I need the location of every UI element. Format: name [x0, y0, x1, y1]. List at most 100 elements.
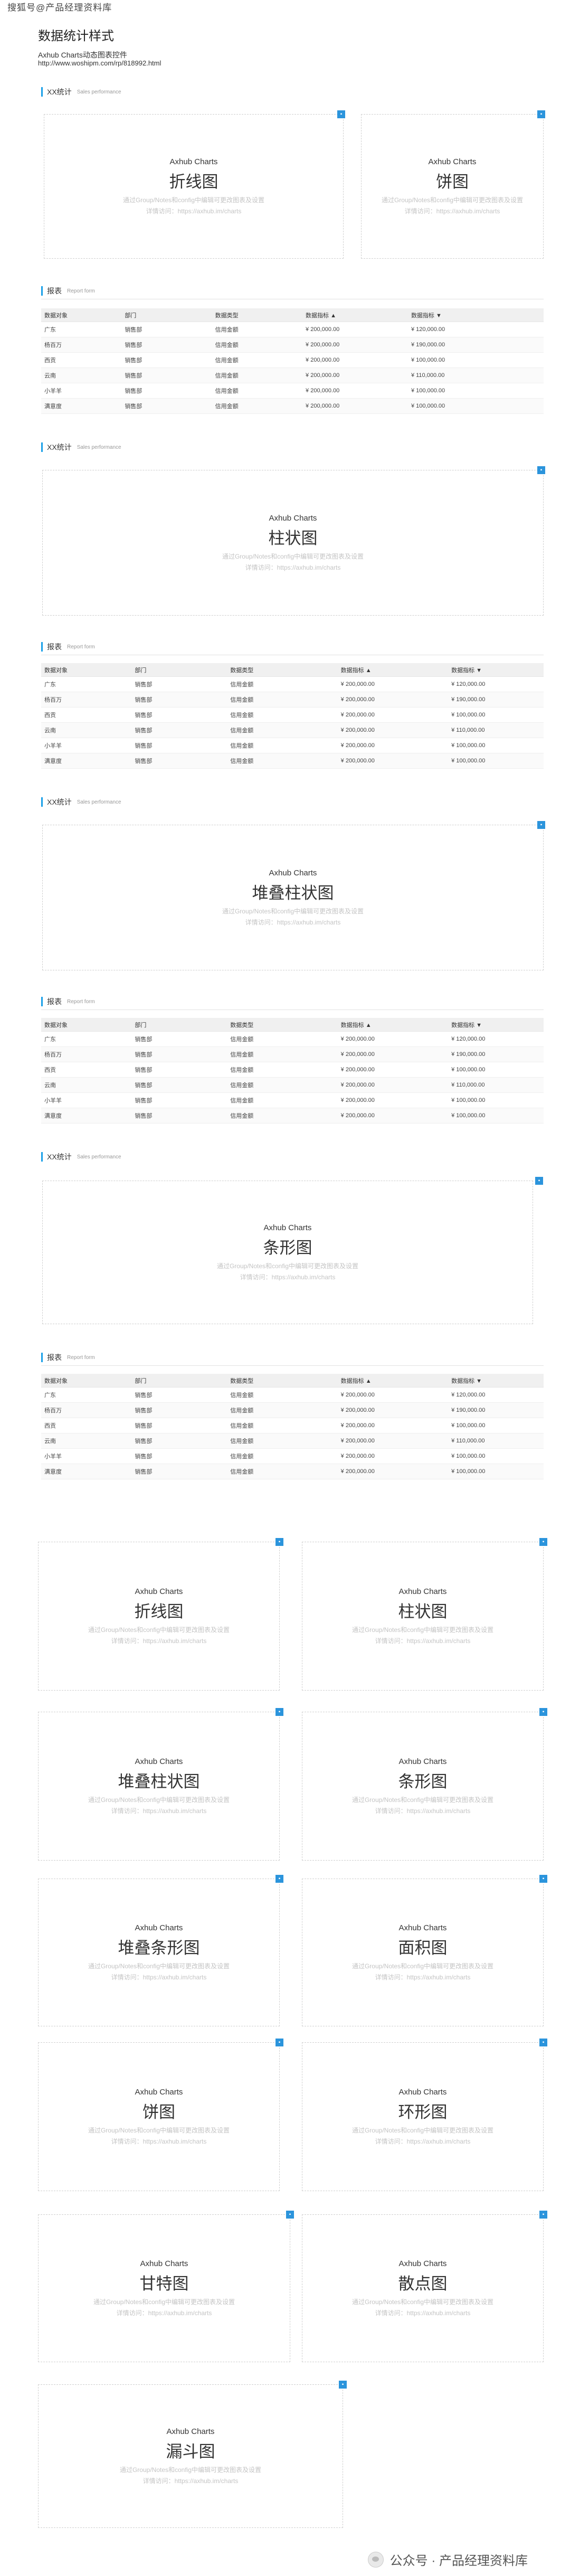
table-row: 云南 销售部 信用金额 ¥ 200,000.00 ¥ 110,000.00 [41, 1433, 544, 1449]
chart-stacked-bar-card[interactable]: ▪ Axhub Charts 堆叠柱状图 通过Group/Notes和config中… [38, 1708, 283, 1861]
chart-name: 柱状图 [268, 529, 318, 548]
table-cell: 信用金额 [227, 1387, 338, 1403]
chart-badge-icon[interactable]: ▪ [539, 1538, 547, 1546]
chart-name: 漏斗图 [166, 2442, 215, 2461]
table-cell: 信用金额 [227, 692, 338, 707]
chart-link: 详情访问：https://axhub.im/charts [111, 1807, 207, 1815]
chart-name: 环形图 [398, 2103, 448, 2121]
chart-badge-icon[interactable]: ▪ [276, 1538, 283, 1546]
chart-stacked-hbar-card[interactable]: ▪ Axhub Charts 堆叠条形图 通过Group/Notes和config中… [38, 1875, 283, 2026]
chart-stacked-bar[interactable]: ▪ Axhub Charts 堆叠柱状图 通过Group/Notes和config中… [42, 821, 545, 970]
page-title: 数据统计样式 [38, 29, 114, 43]
table-cell: ¥ 100,000.00 [448, 1108, 544, 1124]
col-header: 部门 [131, 663, 227, 677]
chart-funnel-card[interactable]: ▪ Axhub Charts 漏斗图 通过Group/Notes和config中编辑… [38, 2381, 347, 2528]
chart-badge-icon[interactable]: ▪ [537, 110, 545, 118]
chart-badge-icon[interactable]: ▪ [539, 1875, 547, 1883]
chart-badge-icon[interactable]: ▪ [276, 1875, 283, 1883]
table-cell: 满意度 [41, 1108, 132, 1124]
chart-link: 详情访问：https://axhub.im/charts [375, 2309, 471, 2317]
chart-note: 通过Group/Notes和config中编辑可更改图表及设置 [216, 1262, 359, 1270]
chart-bar-card[interactable]: ▪ Axhub Charts 柱状图 通过Group/Notes和config中编辑… [302, 1538, 547, 1691]
table-cell: ¥ 100,000.00 [448, 1062, 544, 1078]
table-cell: ¥ 200,000.00 [337, 1092, 449, 1108]
table-cell: 小羊羊 [41, 383, 122, 399]
col-header-sortable[interactable]: 数据指标 ▲ [337, 1374, 449, 1388]
chart-name: 条形图 [263, 1239, 312, 1257]
chart-badge-icon[interactable]: ▪ [286, 2211, 294, 2219]
chart-badge-icon[interactable]: ▪ [539, 2211, 547, 2219]
chart-note: 通过Group/Notes和config中编辑可更改图表及设置 [352, 1796, 494, 1804]
table-cell: 杨百万 [41, 1046, 132, 1062]
chart-badge-icon[interactable]: ▪ [276, 1708, 283, 1716]
chart-gantt-card[interactable]: ▪ Axhub Charts 甘特图 通过Group/Notes和config中编辑… [38, 2211, 294, 2362]
table-cell: 销售部 [131, 1402, 227, 1418]
chart-name: 面积图 [398, 1939, 448, 1957]
chart-horizontal-bar-card[interactable]: ▪ Axhub Charts 条形图 通过Group/Notes和config中编辑… [302, 1708, 547, 1861]
table-row: 杨百万 销售部 信用金额 ¥ 200,000.00 ¥ 190,000.00 [41, 1046, 544, 1062]
chart-badge-icon[interactable]: ▪ [276, 2039, 283, 2046]
chart-donut-card[interactable]: ▪ Axhub Charts 环形图 通过Group/Notes和config中编辑… [302, 2039, 547, 2191]
table-cell: 信用金额 [227, 1077, 338, 1093]
table-header-row: 数据对象 部门 数据类型 数据指标 ▲ 数据指标 ▼ [41, 308, 544, 322]
chart-badge-icon[interactable]: ▪ [337, 110, 345, 118]
chart-link: 详情访问：https://axhub.im/charts [375, 1637, 471, 1645]
table-row: 小羊羊 销售部 信用金额 ¥ 200,000.00 ¥ 100,000.00 [41, 383, 544, 399]
chart-area-card[interactable]: ▪ Axhub Charts 面积图 通过Group/Notes和config中编辑… [302, 1875, 547, 2026]
col-header-sortable[interactable]: 数据指标 ▼ [407, 308, 544, 322]
chart-name: 堆叠柱状图 [118, 1772, 200, 1791]
chart-badge-icon[interactable]: ▪ [535, 1177, 543, 1185]
section-title: 报表 [47, 1353, 62, 1362]
col-header-sortable[interactable]: 数据指标 ▲ [337, 663, 449, 677]
table-row: 小羊羊 销售部 信用金额 ¥ 200,000.00 ¥ 100,000.00 [41, 1448, 544, 1464]
section-subtitle: Sales performance [77, 444, 121, 450]
col-header-sortable[interactable]: 数据指标 ▼ [448, 663, 544, 677]
chart-note: 通过Group/Notes和config中编辑可更改图表及设置 [352, 1626, 494, 1634]
chart-horizontal-bar[interactable]: ▪ Axhub Charts 条形图 通过Group/Notes和config中编辑… [42, 1177, 543, 1324]
chart-pie-card[interactable]: ▪ Axhub Charts 饼图 通过Group/Notes和config中编辑可… [38, 2039, 283, 2191]
table-cell: 广东 [41, 1031, 132, 1047]
table-cell: ¥ 200,000.00 [302, 337, 408, 353]
table-row: 广东 销售部 信用金额 ¥ 200,000.00 ¥ 120,000.00 [41, 676, 544, 692]
chart-pie[interactable]: ▪ Axhub Charts 饼图 通过Group/Notes和config中编辑可… [361, 110, 545, 259]
source-url[interactable]: http://www.woshipm.com/rp/818992.html [38, 59, 161, 67]
table-cell: 销售部 [131, 1046, 227, 1062]
section-header-stats: XX统计 Sales performance [41, 441, 121, 453]
section-title: XX统计 [47, 443, 72, 451]
table-cell: ¥ 110,000.00 [448, 1433, 544, 1449]
table-cell: ¥ 200,000.00 [337, 1433, 449, 1449]
chart-note: 通过Group/Notes和config中编辑可更改图表及设置 [88, 1796, 230, 1804]
chart-bar[interactable]: ▪ Axhub Charts 柱状图 通过Group/Notes和config中编辑… [42, 466, 545, 616]
chart-scatter-card[interactable]: ▪ Axhub Charts 散点图 通过Group/Notes和config中编辑… [302, 2211, 547, 2362]
chart-line-card[interactable]: ▪ Axhub Charts 折线图 通过Group/Notes和config中编辑… [38, 1538, 283, 1691]
col-header-sortable[interactable]: 数据指标 ▲ [337, 1018, 449, 1032]
chart-badge-icon[interactable]: ▪ [539, 1708, 547, 1716]
col-header-sortable[interactable]: 数据指标 ▼ [448, 1374, 544, 1388]
table-cell: ¥ 200,000.00 [337, 753, 449, 769]
report-table: 数据对象 部门 数据类型 数据指标 ▲ 数据指标 ▼ 广东 销售部 信用金额 ¥ 200,00… [41, 663, 544, 769]
table-cell: ¥ 100,000.00 [448, 1464, 544, 1479]
section-header-report: 报表 Report form [41, 285, 95, 297]
chart-badge-icon[interactable]: ▪ [537, 821, 545, 829]
table-cell: 小羊羊 [41, 1092, 132, 1108]
table-cell: ¥ 190,000.00 [407, 337, 544, 353]
table-cell: ¥ 110,000.00 [407, 367, 544, 383]
chart-line[interactable]: ▪ Axhub Charts 折线图 通过Group/Notes和config中编辑… [44, 110, 345, 259]
table-row: 满意度 销售部 信用金额 ¥ 200,000.00 ¥ 100,000.00 [41, 1108, 544, 1124]
chart-link: 详情访问：https://axhub.im/charts [375, 2138, 471, 2145]
col-header-sortable[interactable]: 数据指标 ▲ [302, 308, 408, 322]
chart-brand: Axhub Charts [398, 1923, 447, 1932]
table-cell: 信用金额 [227, 1031, 338, 1047]
chart-badge-icon[interactable]: ▪ [539, 2039, 547, 2046]
chart-link: 详情访问：https://axhub.im/charts [375, 1974, 471, 1981]
section-header-report: 报表 Report form [41, 996, 95, 1007]
table-row: 西贡 销售部 信用金额 ¥ 200,000.00 ¥ 100,000.00 [41, 1418, 544, 1433]
chart-name: 饼图 [436, 173, 469, 191]
col-header-sortable[interactable]: 数据指标 ▼ [448, 1018, 544, 1032]
table-cell: 信用金额 [227, 722, 338, 738]
table-cell: 杨百万 [41, 337, 122, 353]
table-cell: 信用金额 [227, 753, 338, 769]
chart-badge-icon[interactable]: ▪ [537, 466, 545, 474]
chart-brand: Axhub Charts [269, 869, 317, 877]
chart-badge-icon[interactable]: ▪ [339, 2381, 347, 2389]
